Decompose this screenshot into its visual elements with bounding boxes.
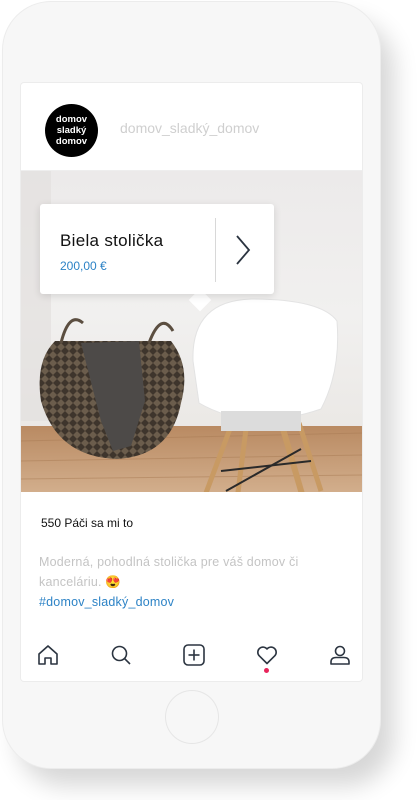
home-icon[interactable] xyxy=(36,643,60,667)
product-price: 200,00 € xyxy=(60,259,107,273)
chevron-right-icon[interactable] xyxy=(233,234,253,266)
avatar-line: sladký xyxy=(56,125,87,136)
tab-bar xyxy=(21,634,362,681)
post-header: domov sladký domov domov_sladký_domov xyxy=(21,83,362,171)
likes-count[interactable]: 550 Páči sa mi to xyxy=(41,516,133,530)
heart-icon[interactable] xyxy=(255,643,279,667)
avatar-line: domov xyxy=(55,114,88,125)
username[interactable]: domov_sladký_domov xyxy=(120,120,259,136)
search-icon[interactable] xyxy=(109,643,133,667)
product-title: Biela stolička xyxy=(60,231,164,250)
add-post-icon[interactable] xyxy=(182,643,206,667)
notification-dot xyxy=(264,668,269,673)
post-caption: Moderná, pohodlná stolička pre váš domov… xyxy=(39,552,349,592)
tag-divider xyxy=(215,218,216,282)
home-button[interactable] xyxy=(165,690,219,744)
avatar[interactable]: domov sladký domov xyxy=(45,104,98,157)
hashtag-link[interactable]: #domov_sladký_domov xyxy=(39,595,174,609)
heart-eyes-emoji: 😍 xyxy=(105,575,122,589)
post-screen: domov sladký domov domov_sladký_domov Bi… xyxy=(21,83,362,681)
caption-text: Moderná, pohodlná stolička pre váš domov… xyxy=(39,555,299,589)
profile-icon[interactable] xyxy=(328,643,352,667)
product-tag[interactable]: Biela stolička 200,00 € xyxy=(40,204,274,294)
avatar-line: domov xyxy=(55,136,88,147)
